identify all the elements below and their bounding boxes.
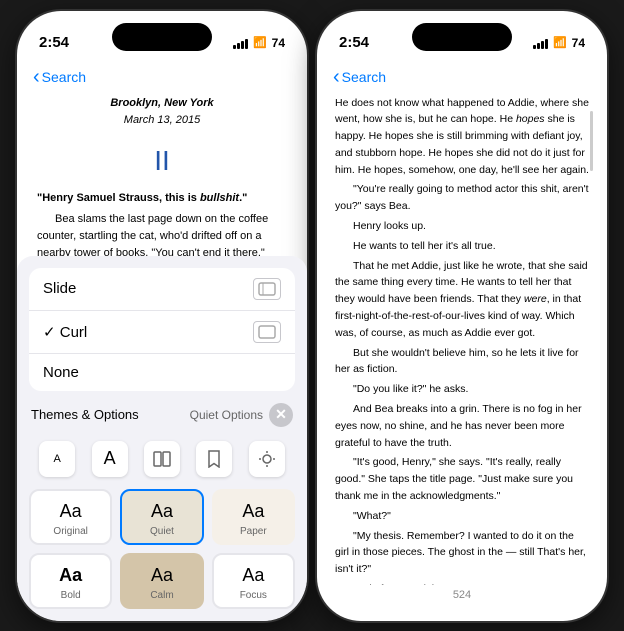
- theme-calm[interactable]: Aa Calm: [120, 553, 203, 609]
- book-content-right: He does not know what happened to Addie,…: [317, 95, 607, 585]
- font-large-button[interactable]: A: [92, 441, 128, 477]
- chapter-number: II: [37, 139, 287, 182]
- themes-title: Themes & Options: [31, 407, 139, 422]
- theme-paper-aa: Aa: [242, 501, 264, 522]
- quiet-options-label: Quiet Options: [190, 408, 263, 422]
- time-left: 2:54: [39, 34, 69, 51]
- theme-focus-name: Focus: [240, 590, 267, 601]
- battery-right: 74: [572, 36, 585, 50]
- overlay-panel: Slide ✓ Curl None Themes: [17, 256, 307, 621]
- battery-left: 74: [272, 36, 285, 50]
- close-button[interactable]: ✕: [269, 403, 293, 427]
- theme-paper[interactable]: Aa Paper: [212, 489, 295, 545]
- wifi-icon: 📶: [253, 36, 267, 49]
- themes-header: Themes & Options Quiet Options ✕: [17, 399, 307, 435]
- theme-quiet[interactable]: Aa Quiet: [120, 489, 203, 545]
- theme-original-aa: Aa: [60, 501, 82, 522]
- slide-option-curl[interactable]: ✓ Curl: [29, 311, 295, 354]
- phones-container: 2:54 📶 74 Search Brooklyn, New York Marc…: [0, 0, 624, 631]
- time-right: 2:54: [339, 34, 369, 51]
- scroll-indicator[interactable]: [590, 111, 593, 171]
- theme-original[interactable]: Aa Original: [29, 489, 112, 545]
- theme-paper-name: Paper: [240, 526, 267, 537]
- curl-icon: [253, 321, 281, 343]
- theme-bold[interactable]: Aa Bold: [29, 553, 112, 609]
- slide-option-none[interactable]: None: [29, 354, 295, 391]
- brightness-button[interactable]: [249, 441, 285, 477]
- page-number: 524: [317, 585, 607, 605]
- theme-original-name: Original: [53, 526, 87, 537]
- book-date: March 13, 2015: [37, 112, 287, 129]
- font-small-button[interactable]: A: [39, 441, 75, 477]
- theme-bold-name: Bold: [61, 590, 81, 601]
- columns-button[interactable]: [144, 441, 180, 477]
- dynamic-island-right: [412, 23, 512, 51]
- book-header: Brooklyn, New York March 13, 2015: [37, 95, 287, 129]
- bookmark-button[interactable]: [196, 441, 232, 477]
- themes-sub-row: Quiet Options ✕: [190, 403, 293, 427]
- back-button-left[interactable]: Search: [33, 67, 86, 87]
- slide-options-panel: Slide ✓ Curl None: [29, 268, 295, 391]
- book-location: Brooklyn, New York: [37, 95, 287, 112]
- nav-bar-left[interactable]: Search: [17, 63, 307, 95]
- signal-icon: [233, 37, 248, 49]
- theme-bold-aa: Aa: [59, 565, 82, 586]
- nav-bar-right[interactable]: Search: [317, 63, 607, 95]
- wifi-icon-right: 📶: [553, 36, 567, 49]
- theme-calm-name: Calm: [150, 590, 173, 601]
- themes-grid: Aa Original Aa Quiet Aa Paper Aa Bold Aa: [17, 485, 307, 621]
- left-phone: 2:54 📶 74 Search Brooklyn, New York Marc…: [17, 11, 307, 621]
- theme-focus[interactable]: Aa Focus: [212, 553, 295, 609]
- signal-icon-right: [533, 37, 548, 49]
- slide-option-slide[interactable]: Slide: [29, 268, 295, 311]
- font-size-row: A A: [17, 435, 307, 485]
- dynamic-island: [112, 23, 212, 51]
- status-icons-left: 📶 74: [233, 36, 285, 50]
- right-phone: 2:54 📶 74 Search He does not know what h…: [317, 11, 607, 621]
- theme-calm-aa: Aa: [151, 565, 173, 586]
- slide-icon: [253, 278, 281, 300]
- back-button-right[interactable]: Search: [333, 67, 386, 87]
- theme-focus-aa: Aa: [242, 565, 264, 586]
- status-icons-right: 📶 74: [533, 36, 585, 50]
- theme-quiet-name: Quiet: [150, 526, 174, 537]
- theme-quiet-aa: Aa: [151, 501, 173, 522]
